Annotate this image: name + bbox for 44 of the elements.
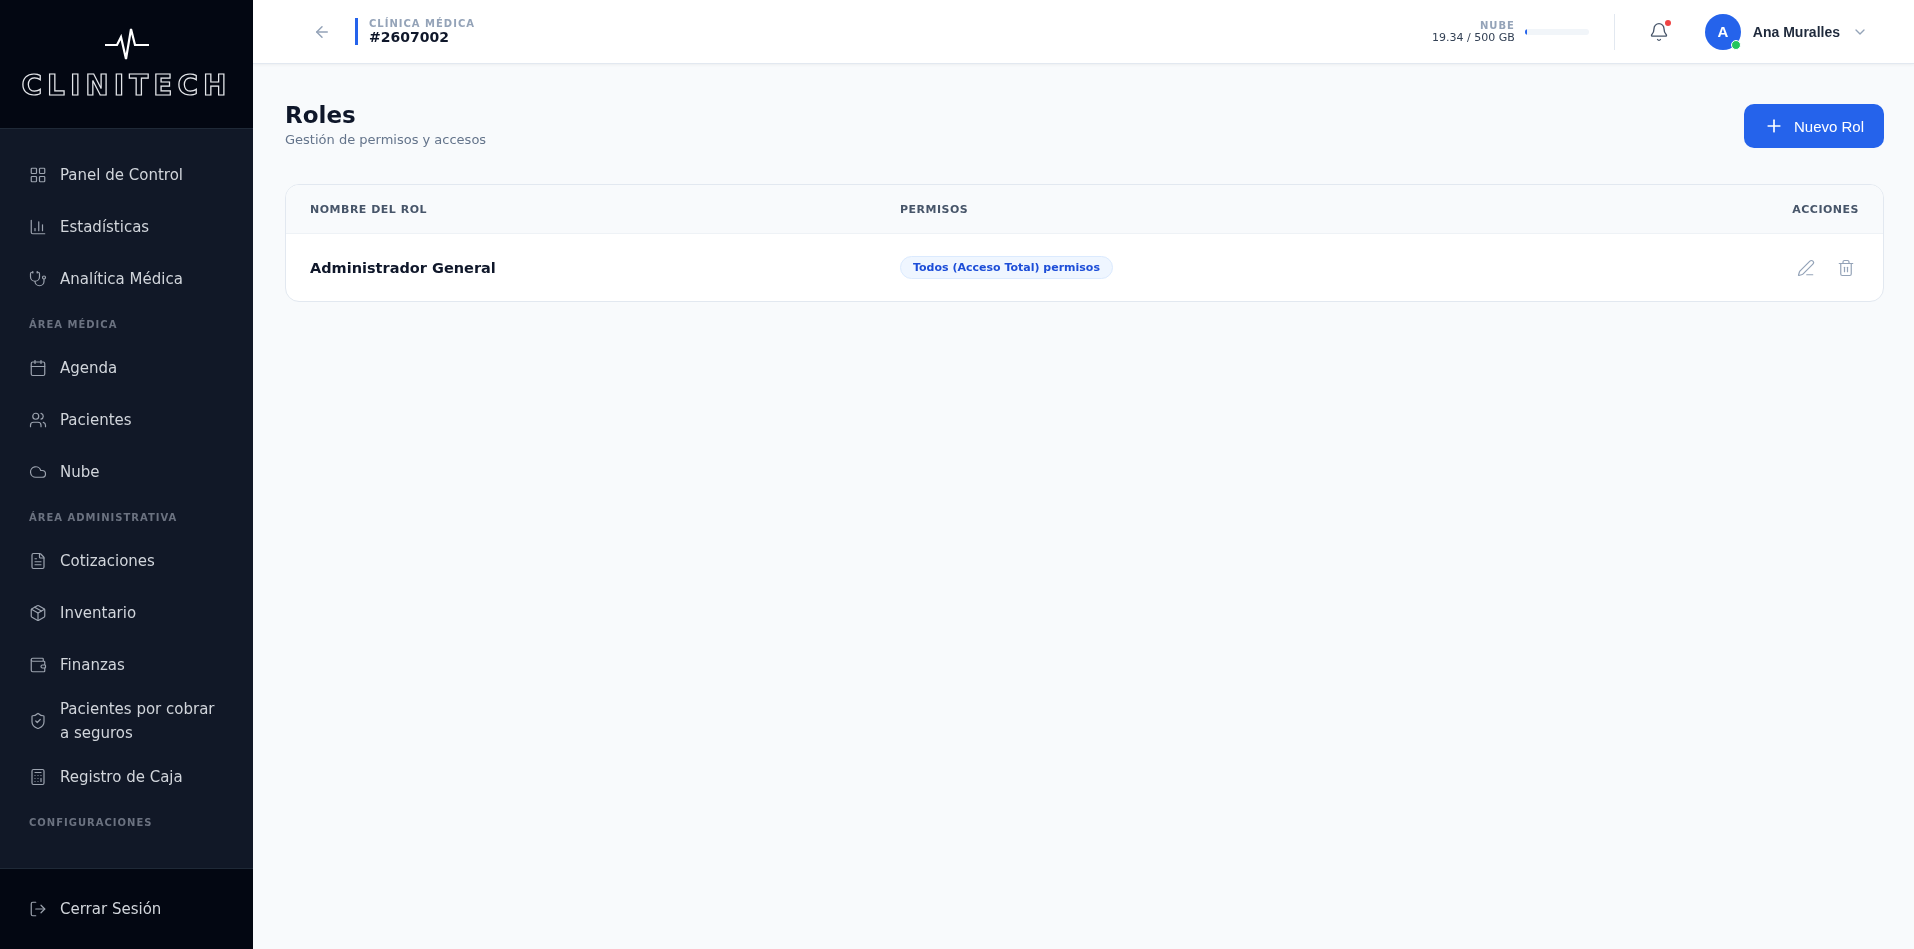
page-title: Roles <box>285 102 357 128</box>
nav-item[interactable]: Pacientes <box>0 394 253 446</box>
section-label: ÁREA MÉDICA <box>28 317 119 332</box>
storage-label: NUBE <box>1479 19 1515 31</box>
nav-item[interactable]: Registro de Caja <box>0 751 253 803</box>
shield-check-icon <box>29 712 47 730</box>
column-header: NOMBRE DEL ROL <box>310 202 429 216</box>
wallet-icon <box>29 656 47 674</box>
nav-item[interactable]: Finanzas <box>0 639 253 691</box>
stethoscope-icon <box>29 270 47 288</box>
role-name: Administrador General <box>310 259 497 276</box>
trash-icon <box>1837 258 1855 277</box>
nav-item[interactable]: Cotizaciones <box>0 535 253 587</box>
logout-icon <box>29 900 47 918</box>
logo-text: CLINITECH <box>21 68 232 102</box>
nav-item[interactable]: Estadísticas <box>0 201 253 253</box>
nav-item[interactable]: Inventario <box>0 587 253 639</box>
bar-chart-icon <box>29 218 47 236</box>
storage-reading: 19.34 / 500 GB <box>1432 30 1515 44</box>
nav-item[interactable]: Pacientes por cobrar a seguros <box>0 691 253 751</box>
new-role-button[interactable]: Nuevo Rol <box>1743 104 1884 148</box>
nav-item[interactable]: Analítica Médica <box>0 253 253 305</box>
grid-icon <box>29 166 47 184</box>
section-label: ÁREA ADMINISTRATIVA <box>28 510 179 525</box>
cloud-icon <box>29 463 47 481</box>
box-icon <box>29 604 47 622</box>
column-header: PERMISOS <box>900 202 970 216</box>
users-icon <box>29 411 47 429</box>
nav-item[interactable]: Nube <box>0 446 253 498</box>
bell-icon <box>1648 21 1669 42</box>
permissions-tag: Todos (Acceso Total) permisos <box>900 256 1113 279</box>
user-avatar: A <box>1704 13 1741 50</box>
calendar-icon <box>29 359 47 377</box>
section-label: CONFIGURACIONES <box>28 816 154 830</box>
page-subtitle: Gestión de permisos y accesos <box>285 132 487 147</box>
user-menu[interactable]: A Ana Muralles <box>1698 12 1874 51</box>
document-icon <box>29 552 47 570</box>
nav-item[interactable]: Agenda <box>0 342 253 394</box>
nav-item[interactable]: Panel de Control <box>0 149 253 201</box>
pencil-icon <box>1797 258 1815 277</box>
clinic-id: #2607002 <box>369 29 450 45</box>
column-header: ACCIONES <box>1791 202 1859 216</box>
calculator-icon <box>29 768 47 786</box>
clinic-label: CLÍNICA MÉDICA <box>369 18 475 29</box>
